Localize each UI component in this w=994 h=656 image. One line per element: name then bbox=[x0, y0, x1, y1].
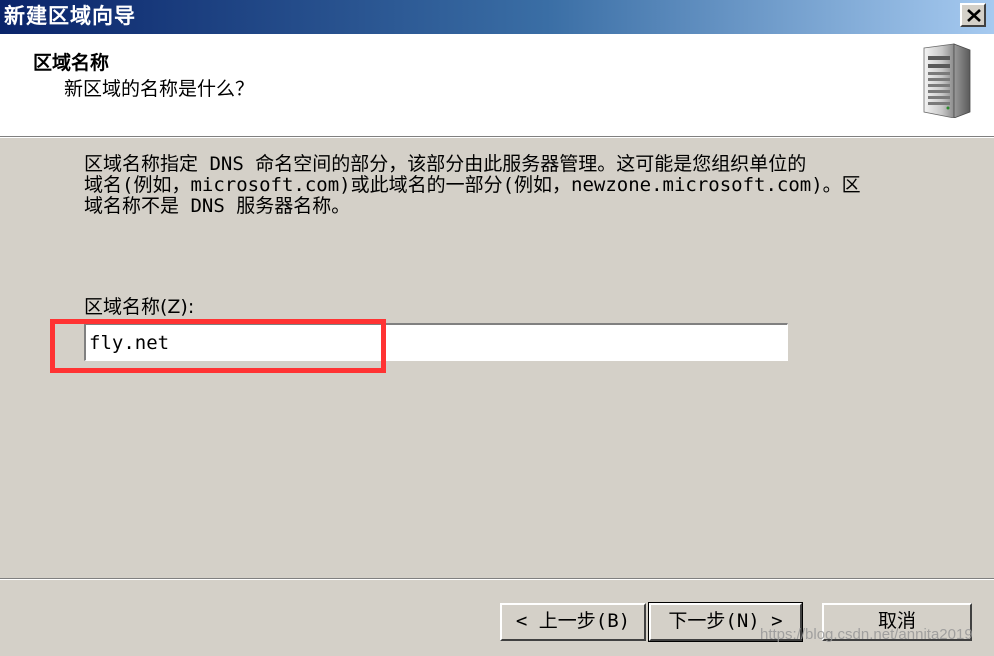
zone-name-input[interactable] bbox=[84, 323, 788, 361]
description-line: 域名(例如，microsoft.com)或此域名的一部分(例如，newzone.… bbox=[84, 174, 861, 196]
title-bar[interactable]: 新建区域向导 bbox=[0, 0, 994, 34]
header-divider bbox=[0, 137, 994, 138]
back-button[interactable]: < 上一步(B) bbox=[500, 603, 646, 641]
window-title: 新建区域向导 bbox=[4, 4, 136, 28]
server-icon bbox=[923, 43, 971, 118]
description-line: 域名称不是 DNS 服务器名称。 bbox=[84, 195, 351, 217]
page-subtitle: 新区域的名称是什么？ bbox=[64, 78, 255, 100]
description-line: 区域名称指定 DNS 命名空间的部分，该部分由此服务器管理。这可能是您组织单位的 bbox=[84, 153, 807, 175]
close-icon bbox=[967, 9, 981, 22]
watermark: https://blog.csdn.net/annita2019 bbox=[760, 626, 973, 643]
zone-name-label: 区域名称(Z): bbox=[84, 296, 195, 318]
page-title: 区域名称 bbox=[33, 52, 110, 74]
footer-divider-highlight bbox=[0, 579, 994, 580]
new-zone-wizard-window: 新建区域向导 区域名称 新区域的名称是什么？ 区域名称指定 DNS 命名空间的部… bbox=[0, 0, 994, 656]
wizard-header: 区域名称 新区域的名称是什么？ bbox=[0, 34, 994, 137]
description-text: 区域名称指定 DNS 命名空间的部分，该部分由此服务器管理。这可能是您组织单位的… bbox=[84, 154, 954, 217]
close-button[interactable] bbox=[960, 3, 986, 27]
